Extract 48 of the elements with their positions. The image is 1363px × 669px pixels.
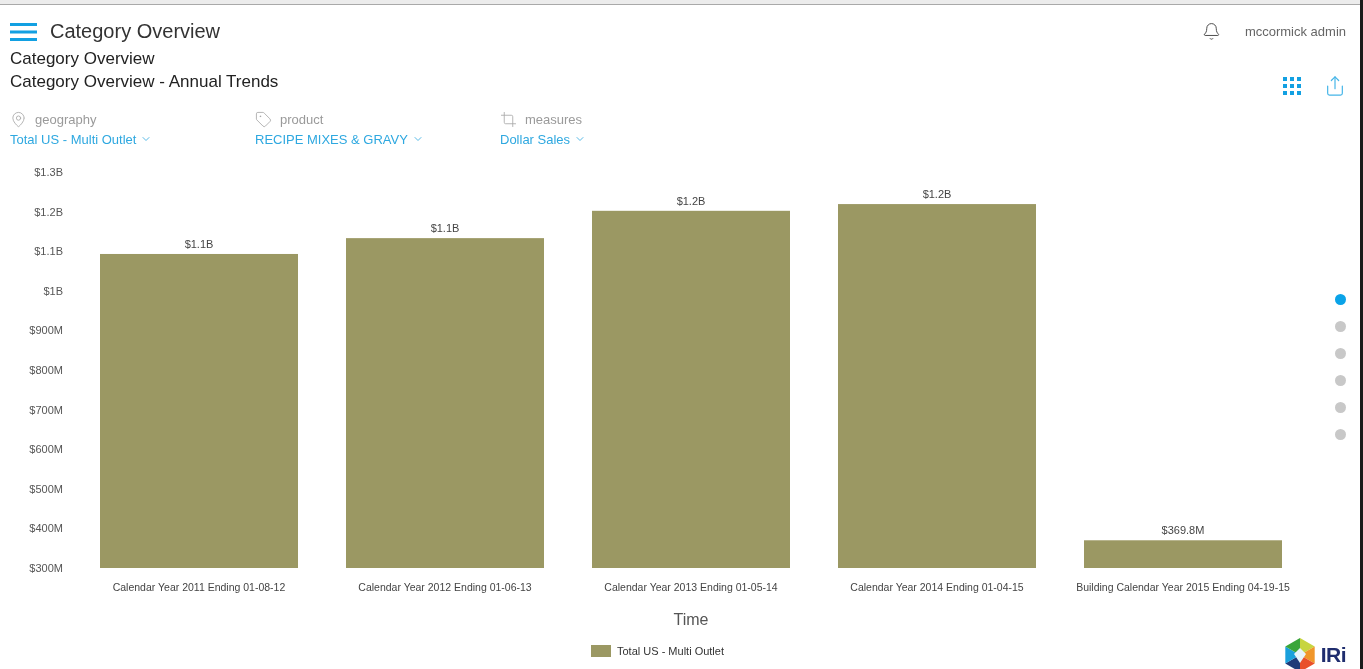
tag-icon: [255, 110, 272, 128]
notification-bell-icon[interactable]: [1201, 22, 1221, 41]
user-name: mccormick admin: [1244, 24, 1346, 39]
filter-dropdown[interactable]: RECIPE MIXES & GRAVY: [255, 131, 424, 147]
bar-value-label: $1.1B: [430, 222, 460, 235]
y-axis-label: $400M: [29, 522, 63, 535]
menu-icon[interactable]: [10, 22, 37, 41]
y-axis-label: $1.1B: [34, 245, 63, 258]
y-axis-label: $700M: [29, 403, 63, 416]
y-axis-label: $1.2B: [34, 205, 63, 218]
hexagon-logo-icon: [1284, 638, 1315, 669]
page-indicator-dot[interactable]: [1334, 429, 1346, 440]
page-indicator-dot[interactable]: [1334, 348, 1346, 359]
page-indicator-dot[interactable]: [1334, 294, 1346, 305]
y-axis-label: $1B: [43, 284, 63, 297]
x-axis-label: Calendar Year 2011 Ending 01-08-12: [112, 581, 286, 593]
y-axis-label: $1.3B: [34, 166, 63, 178]
page-indicator-dot[interactable]: [1334, 321, 1346, 332]
x-axis-label: Calendar Year 2012 Ending 01-06-13: [358, 581, 532, 593]
bar-value-label: $1.2B: [922, 188, 952, 201]
grid-view-icon[interactable]: [1283, 77, 1301, 95]
brand-name: IRi: [1320, 643, 1346, 667]
x-axis-label: Calendar Year 2013 Ending 01-05-14: [604, 581, 778, 593]
x-axis-label: Calendar Year 2014 Ending 01-04-15: [850, 581, 1024, 593]
report-title: Category Overview - Annual Trends: [10, 72, 279, 92]
legend-label: Total US - Multi Outlet: [617, 645, 724, 657]
crop-icon: [500, 110, 517, 128]
filter-dropdown[interactable]: Dollar Sales: [500, 131, 587, 147]
map-pin-icon: [10, 110, 27, 128]
app-title: Category Overview: [50, 20, 221, 43]
y-axis-label: $300M: [29, 562, 63, 574]
x-axis-title: Time: [673, 610, 709, 630]
filter-label: measures: [525, 111, 583, 127]
y-axis-label: $500M: [29, 482, 63, 495]
filter-label: geography: [35, 111, 97, 127]
y-axis-label: $800M: [29, 364, 63, 376]
share-icon[interactable]: [1324, 75, 1346, 97]
bar-value-label: $369.8M: [1161, 524, 1205, 537]
page-indicator-dot[interactable]: [1334, 402, 1346, 413]
page-title: Category Overview: [10, 49, 156, 69]
bar-value-label: $1.2B: [676, 194, 706, 207]
page-indicator-dot[interactable]: [1334, 375, 1346, 386]
filter-dropdown[interactable]: Total US - Multi Outlet: [10, 131, 153, 147]
filter-label: product: [280, 111, 324, 127]
y-axis-label: $600M: [29, 443, 63, 456]
bar-value-label: $1.1B: [184, 237, 214, 250]
y-axis-label: $900M: [29, 324, 63, 337]
x-axis-label: Building Calendar Year 2015 Ending 04-19-15: [1076, 581, 1290, 593]
